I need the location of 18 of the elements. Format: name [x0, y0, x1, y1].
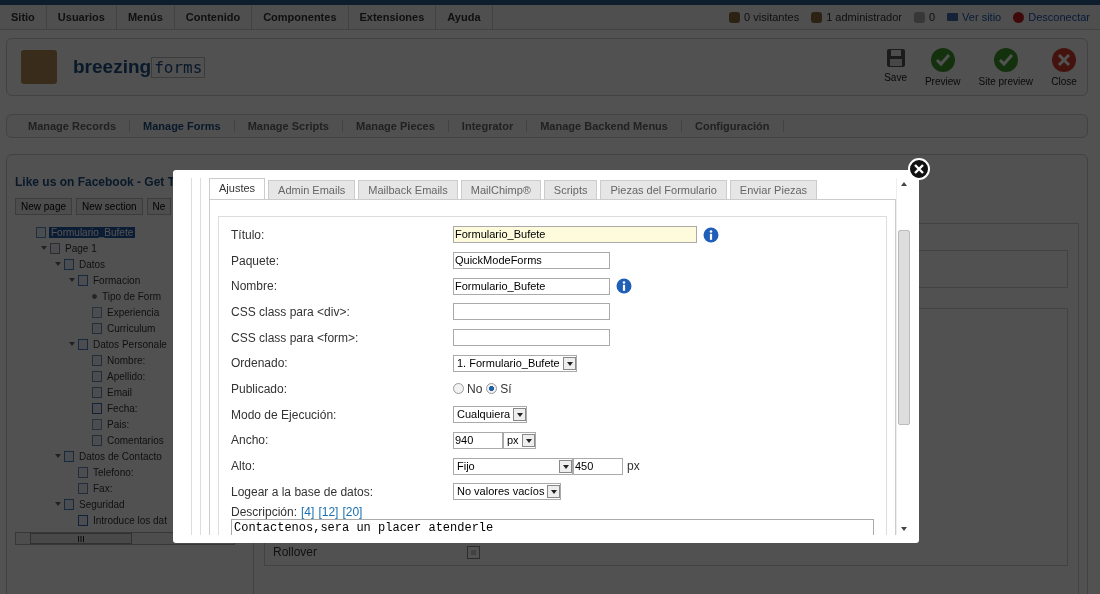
field-label: Paquete:: [231, 253, 281, 268]
field-label: Ancho:: [231, 433, 270, 448]
unit-label: px: [627, 459, 640, 474]
field-label: Alto:: [231, 459, 256, 474]
field-label: Nombre:: [231, 279, 278, 294]
radio-label: Sí: [500, 381, 512, 396]
field-label: Descripción: [4] [12] [20]: [231, 504, 364, 519]
field-label: Publicado:: [231, 381, 289, 396]
field-label: Rollover: [273, 545, 317, 559]
radio-label: No: [467, 381, 483, 396]
status-text: 1 administrador: [826, 11, 902, 23]
logo-text: breezing forms: [73, 56, 206, 78]
field-label: Modo de Ejecución:: [231, 407, 338, 422]
field-label: Ordenado:: [231, 356, 289, 371]
field-label: Logear a la base de datos:: [231, 484, 375, 499]
field-label: CSS class para <div>:: [231, 304, 351, 319]
field-label: CSS class para <form>:: [231, 330, 360, 345]
field-label: Título:: [231, 227, 266, 242]
